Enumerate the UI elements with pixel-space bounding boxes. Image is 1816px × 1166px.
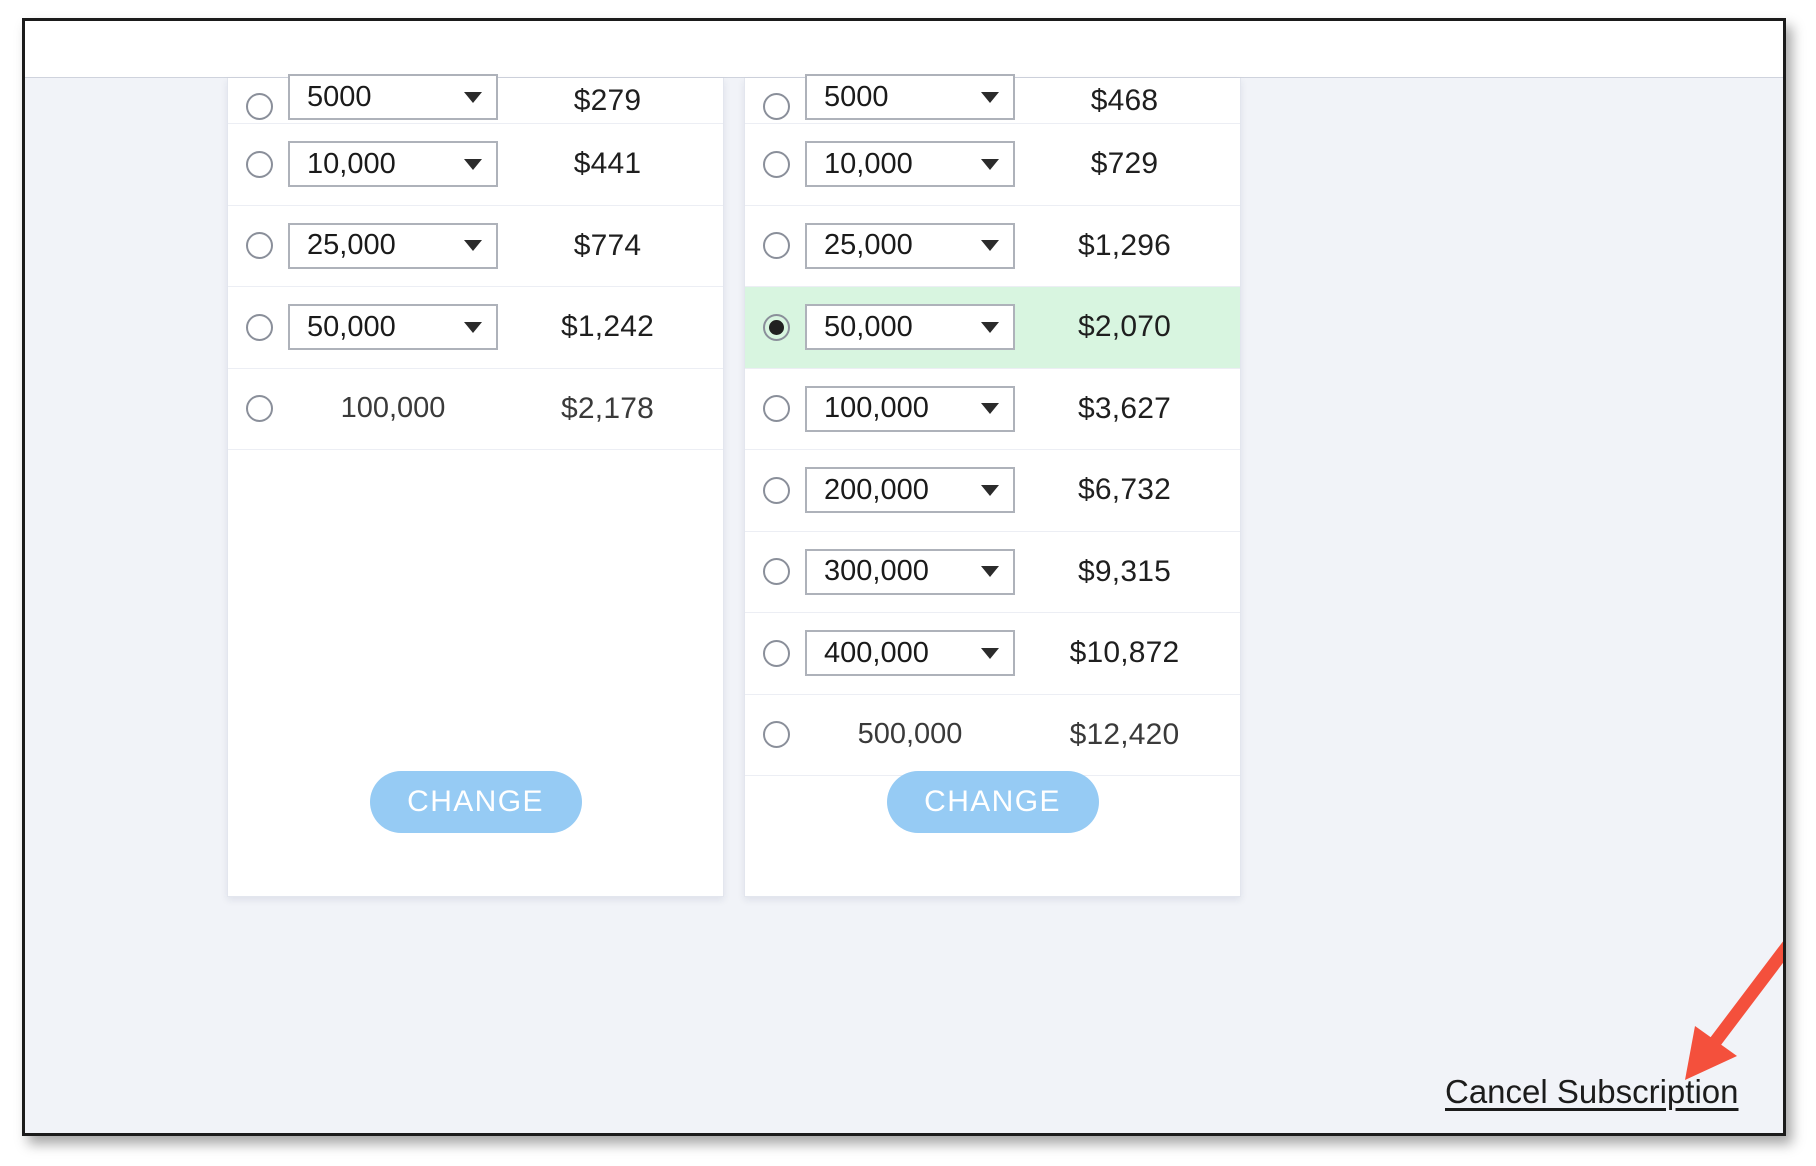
chevron-down-icon: [981, 566, 999, 577]
tier-quantity-select[interactable]: 10,000: [805, 141, 1015, 187]
radio-button[interactable]: [763, 151, 790, 178]
plan-row[interactable]: 5000 $279: [228, 78, 723, 124]
plan-row[interactable]: 200,000 $6,732: [745, 450, 1240, 532]
tier-quantity-value: 5000: [824, 81, 889, 114]
chevron-down-icon: [981, 403, 999, 414]
plan-row[interactable]: 10,000 $729: [745, 124, 1240, 206]
current-plan-card: 5000 $279 10,000 $441 25,000 $774 50,000 $1,242…: [227, 78, 724, 897]
tier-quantity-select[interactable]: 25,000: [805, 223, 1015, 269]
tier-price: $12,420: [1015, 718, 1240, 752]
page-content: 5000 $279 10,000 $441 25,000 $774 50,000 $1,242…: [25, 78, 1783, 1133]
chevron-down-icon: [464, 322, 482, 333]
radio-button[interactable]: [246, 151, 273, 178]
radio-button[interactable]: [246, 314, 273, 341]
tier-quantity-label: 500,000: [805, 712, 1015, 758]
upgrade-plan-change-button[interactable]: CHANGE: [887, 771, 1099, 833]
tier-quantity-value: 100,000: [824, 392, 929, 425]
tier-quantity-select[interactable]: 50,000: [805, 304, 1015, 350]
radio-button[interactable]: [763, 640, 790, 667]
radio-button[interactable]: [246, 232, 273, 259]
tier-quantity-value: 10,000: [824, 148, 913, 181]
tier-price: $2,178: [498, 392, 723, 426]
radio-button[interactable]: [246, 93, 273, 120]
plan-row[interactable]: 50,000 $2,070: [745, 287, 1240, 369]
plan-row[interactable]: 5000 $468: [745, 78, 1240, 124]
tier-quantity-value: 25,000: [824, 229, 913, 262]
tier-price: $441: [498, 147, 723, 181]
tier-quantity-value: 50,000: [307, 311, 396, 344]
tier-price: $3,627: [1015, 392, 1240, 426]
radio-button[interactable]: [763, 232, 790, 259]
chevron-down-icon: [464, 159, 482, 170]
app-window: 5000 $279 10,000 $441 25,000 $774 50,000 $1,242…: [22, 18, 1786, 1136]
tier-price: $10,872: [1015, 636, 1240, 670]
radio-button[interactable]: [763, 558, 790, 585]
chevron-down-icon: [981, 322, 999, 333]
plan-row[interactable]: 100,000 $3,627: [745, 369, 1240, 451]
tier-quantity-select[interactable]: 100,000: [805, 386, 1015, 432]
cancel-subscription-link[interactable]: Cancel Subscription: [1445, 1073, 1739, 1111]
chevron-down-icon: [464, 92, 482, 103]
plan-row[interactable]: 300,000 $9,315: [745, 532, 1240, 614]
chevron-down-icon: [981, 648, 999, 659]
radio-button[interactable]: [246, 395, 273, 422]
plan-row[interactable]: 100,000$2,178: [228, 369, 723, 451]
plan-row[interactable]: 50,000 $1,242: [228, 287, 723, 369]
chevron-down-icon: [981, 92, 999, 103]
radio-button-selected[interactable]: [763, 314, 790, 341]
radio-button[interactable]: [763, 477, 790, 504]
tier-quantity-label: 100,000: [288, 386, 498, 432]
tier-quantity-select[interactable]: 400,000: [805, 630, 1015, 676]
radio-button[interactable]: [763, 721, 790, 748]
tier-quantity-value: 10,000: [307, 148, 396, 181]
chevron-down-icon: [981, 485, 999, 496]
radio-button[interactable]: [763, 395, 790, 422]
upgrade-plan-footer: CHANGE: [745, 761, 1240, 896]
tier-price: $774: [498, 229, 723, 263]
upgrade-plan-row-list: 5000 $468 10,000 $729 25,000 $1,296 50,000 $2,0…: [745, 78, 1240, 776]
radio-button[interactable]: [763, 93, 790, 120]
tier-quantity-select[interactable]: 300,000: [805, 549, 1015, 595]
plan-row[interactable]: 400,000 $10,872: [745, 613, 1240, 695]
tier-quantity-select[interactable]: 5000: [288, 74, 498, 120]
tier-quantity-select[interactable]: 10,000: [288, 141, 498, 187]
tier-quantity-select[interactable]: 50,000: [288, 304, 498, 350]
upgrade-plan-card: 5000 $468 10,000 $729 25,000 $1,296 50,000 $2,0…: [744, 78, 1241, 897]
current-plan-row-list: 5000 $279 10,000 $441 25,000 $774 50,000 $1,242…: [228, 78, 723, 450]
plan-row[interactable]: 25,000 $1,296: [745, 206, 1240, 288]
chevron-down-icon: [981, 159, 999, 170]
tier-price: $2,070: [1015, 310, 1240, 344]
chevron-down-icon: [464, 240, 482, 251]
tier-quantity-value: 400,000: [824, 637, 929, 670]
tier-quantity-value: 25,000: [307, 229, 396, 262]
tier-quantity-select[interactable]: 25,000: [288, 223, 498, 269]
tier-price: $279: [498, 84, 723, 120]
tier-price: $468: [1015, 84, 1240, 120]
tier-quantity-select[interactable]: 5000: [805, 74, 1015, 120]
tier-price: $9,315: [1015, 555, 1240, 589]
arrow-down-left-icon: [1655, 908, 1786, 1088]
tier-price: $729: [1015, 147, 1240, 181]
current-plan-change-button[interactable]: CHANGE: [370, 771, 582, 833]
tier-quantity-select[interactable]: 200,000: [805, 467, 1015, 513]
plan-row[interactable]: 10,000 $441: [228, 124, 723, 206]
tier-quantity-value: 300,000: [824, 555, 929, 588]
tier-price: $1,242: [498, 310, 723, 344]
tier-price: $1,296: [1015, 229, 1240, 263]
tier-quantity-value: 200,000: [824, 474, 929, 507]
current-plan-footer: CHANGE: [228, 761, 723, 896]
top-header-bar: [25, 21, 1783, 78]
tier-quantity-value: 5000: [307, 81, 372, 114]
tier-price: $6,732: [1015, 473, 1240, 507]
chevron-down-icon: [981, 240, 999, 251]
tier-quantity-value: 50,000: [824, 311, 913, 344]
plan-row[interactable]: 25,000 $774: [228, 206, 723, 288]
